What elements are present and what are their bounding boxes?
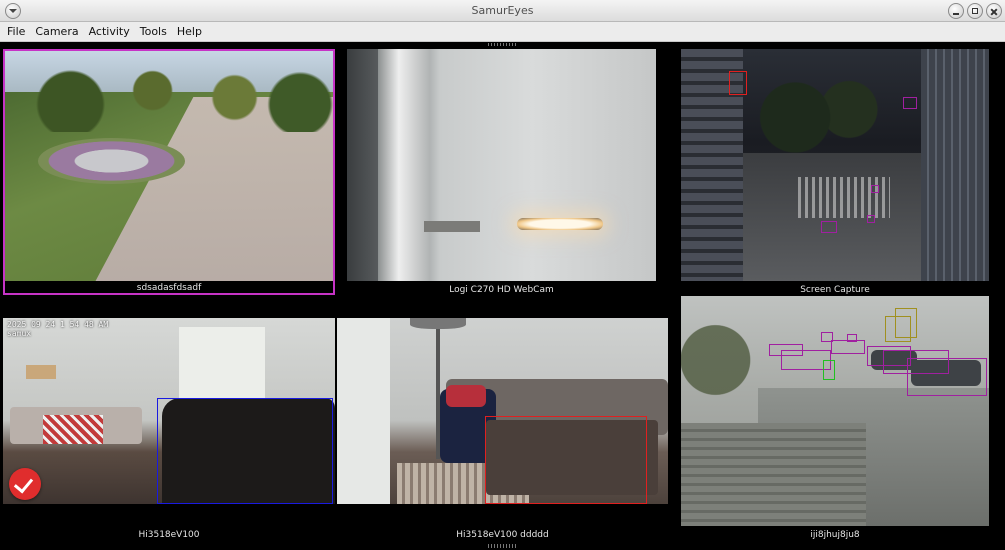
camera-name-4: Hi3518eV100: [138, 530, 200, 540]
camera-name-5: Hi3518eV100 ddddd: [456, 530, 549, 540]
camera-feed-4[interactable]: 2025 09 24 1 54 48 AM samux: [3, 318, 335, 504]
camera-tile-4[interactable]: 2025 09 24 1 54 48 AM samux Hi3518eV100: [3, 318, 335, 542]
camera-name-3: Screen Capture: [800, 285, 870, 295]
feed-window-frame: [377, 49, 431, 281]
detection-box: [907, 358, 987, 396]
camera-name-6: iji8jhuj8ju8: [810, 530, 860, 540]
feed-doorway: [337, 318, 390, 504]
osd-text: samux: [7, 329, 32, 338]
menu-activity[interactable]: Activity: [84, 22, 135, 42]
window-title: SamurEyes: [471, 4, 534, 17]
feed-lamp-shade: [409, 318, 467, 330]
detection-box: [871, 185, 879, 193]
feed-trees: [5, 62, 333, 132]
feed-bag-red: [446, 384, 486, 408]
close-icon[interactable]: [986, 3, 1002, 19]
feed-lamp: [516, 218, 604, 230]
check-icon[interactable]: [9, 468, 41, 500]
camera-tile-1[interactable]: sdsadasfdsadf: [3, 49, 335, 295]
detection-box: [867, 215, 875, 223]
camera-tile-2[interactable]: Logi C270 HD WebCam: [347, 49, 656, 295]
menu-tools[interactable]: Tools: [135, 22, 172, 42]
menu-help[interactable]: Help: [172, 22, 207, 42]
detection-box: [823, 360, 835, 380]
camera-tile-3[interactable]: Screen Capture: [681, 49, 989, 295]
feed-crosswalk: [798, 176, 891, 219]
camera-timestamp: 2025 09 24 1 54 48 AM samux: [7, 320, 108, 338]
feed-tree: [681, 314, 768, 430]
detection-box: [847, 334, 857, 342]
camera-tile-5[interactable]: Hi3518eV100 ddddd: [337, 318, 668, 542]
splitter-grip-bottom[interactable]: [488, 544, 518, 548]
detection-box: [895, 308, 917, 338]
detection-box: [157, 398, 333, 504]
camera-feed-2[interactable]: [347, 49, 656, 281]
camera-name-2: Logi C270 HD WebCam: [449, 285, 554, 295]
camera-grid: sdsadasfdsadf Logi C270 HD WebCam Screen…: [0, 46, 1005, 544]
feed-blanket: [42, 414, 103, 445]
camera-feed-1[interactable]: [5, 51, 333, 281]
maximize-icon[interactable]: [967, 3, 983, 19]
menu-camera[interactable]: Camera: [30, 22, 83, 42]
minimize-icon[interactable]: [948, 3, 964, 19]
detection-box: [903, 97, 917, 109]
feed-building-right: [921, 49, 989, 281]
menu-bar: File Camera Activity Tools Help: [0, 22, 1005, 42]
detection-box: [821, 221, 837, 233]
feed-lamp-arm: [424, 220, 480, 233]
timestamp-text: 2025 09 24 1 54 48 AM: [7, 320, 109, 329]
menu-file[interactable]: File: [2, 22, 30, 42]
camera-feed-3[interactable]: [681, 49, 989, 281]
detection-box: [831, 340, 865, 354]
detection-box: [729, 71, 747, 95]
feed-stairs: [681, 422, 866, 526]
title-bar: SamurEyes: [0, 0, 1005, 22]
feed-trees: [748, 76, 903, 159]
camera-name-1: sdsadasfdsadf: [136, 283, 202, 293]
camera-feed-6[interactable]: [681, 296, 989, 526]
feed-lamp: [26, 364, 57, 380]
camera-feed-5[interactable]: [337, 318, 668, 504]
detection-box: [485, 416, 647, 504]
camera-tile-6[interactable]: iji8jhuj8ju8: [681, 296, 989, 542]
